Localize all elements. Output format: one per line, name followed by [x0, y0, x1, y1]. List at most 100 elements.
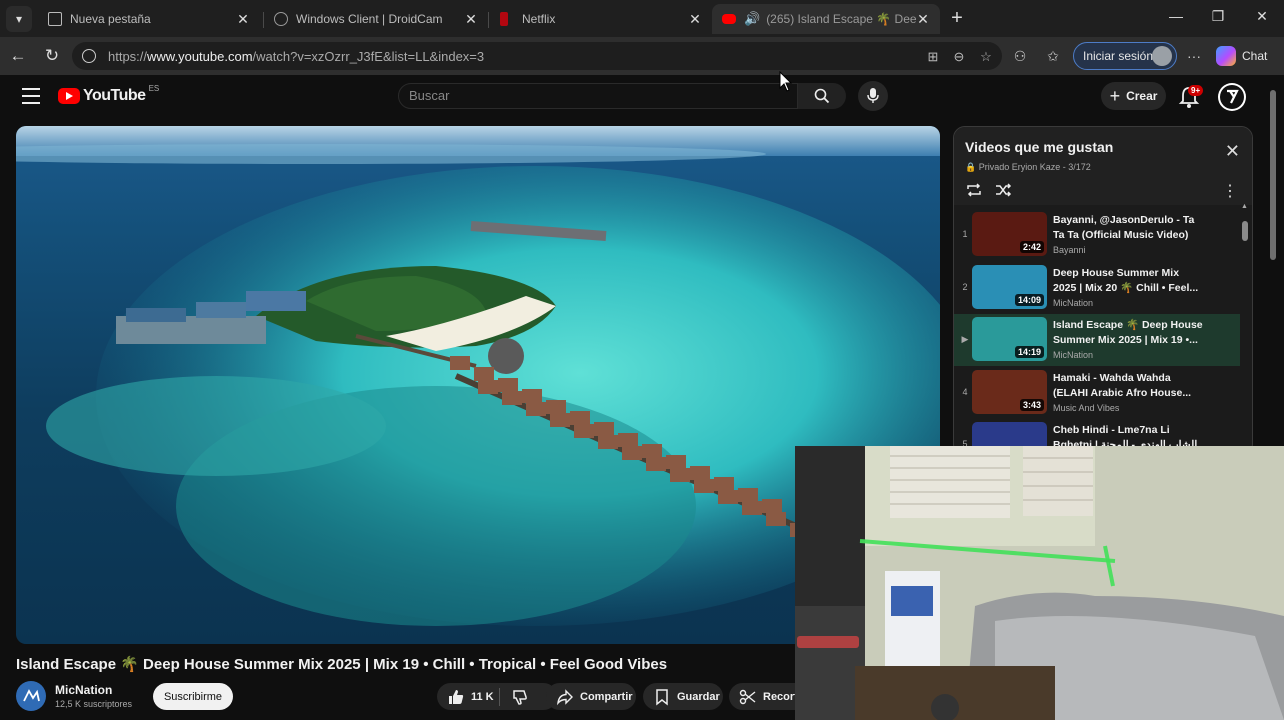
- url-text: https://www.youtube.com/watch?v=xzOzrr_J…: [108, 49, 484, 64]
- villa-roof: [618, 433, 638, 447]
- search-icon: [814, 88, 830, 104]
- tab-actions-menu-button[interactable]: ▾: [6, 6, 32, 32]
- copilot-chat-button[interactable]: Chat: [1216, 46, 1267, 66]
- playlist-title[interactable]: Videos que me gustan: [965, 139, 1113, 155]
- playlist-item-thumbnail[interactable]: 2:42: [972, 212, 1047, 256]
- scroll-up-arrow[interactable]: ▲: [1241, 203, 1248, 210]
- page-scrollbar[interactable]: [1270, 90, 1276, 260]
- villa-roof: [646, 457, 666, 471]
- copilot-icon: [1216, 46, 1236, 66]
- playlist-item-thumbnail[interactable]: 14:19: [972, 317, 1047, 361]
- bookmark-icon: [656, 688, 668, 706]
- villa-roof: [502, 391, 522, 405]
- address-bar[interactable]: https://www.youtube.com/watch?v=xzOzrr_J…: [72, 42, 1002, 70]
- chat-label: Chat: [1242, 49, 1268, 63]
- channel-avatar[interactable]: [16, 681, 46, 711]
- playlist-item-index: 4: [962, 386, 968, 397]
- signin-button[interactable]: Iniciar sesión: [1073, 42, 1177, 70]
- youtube-logo[interactable]: YouTube ES: [58, 84, 159, 105]
- playlist-item-thumbnail[interactable]: 14:09: [972, 264, 1047, 309]
- more-vert-icon[interactable]: ⋮: [1222, 181, 1238, 201]
- playlist-item[interactable]: ▶ 14:19 Island Escape 🌴 Deep House Summer …: [954, 314, 1240, 366]
- playlist-item-title[interactable]: Bayanni, @JasonDerulo - Ta Ta Ta (Offici…: [1053, 213, 1203, 243]
- playlist-item[interactable]: 2 14:09 Deep House Summer Mix 2025 | Mix 2…: [954, 262, 1240, 314]
- close-icon[interactable]: ✕: [464, 11, 478, 28]
- site-info-icon[interactable]: [82, 49, 96, 63]
- villa-roof: [642, 444, 662, 458]
- villa-roof: [594, 422, 614, 436]
- webcam-room-image: [795, 446, 1284, 720]
- subscribe-button[interactable]: Suscribirme: [153, 683, 233, 710]
- save-label: Guardar: [677, 690, 720, 703]
- playlist-item[interactable]: 4 3:43 Hamaki - Wahda Wahda (ELAHI Arabic …: [954, 367, 1240, 419]
- close-playlist-icon[interactable]: ✕: [1225, 141, 1240, 162]
- mouse-cursor-icon: [779, 71, 793, 92]
- create-label: Crear: [1126, 89, 1158, 103]
- playlist-item-thumbnail[interactable]: 3:43: [972, 369, 1047, 414]
- tab-netflix[interactable]: Netflix ✕: [490, 4, 712, 34]
- speaker-icon[interactable]: 🔊: [744, 11, 760, 27]
- villa-roof: [574, 424, 594, 438]
- like-count: 11 K: [471, 690, 494, 703]
- tab-youtube[interactable]: 🔊 (265) Island Escape 🌴 Deep House Summe…: [712, 4, 940, 34]
- duration-badge: 14:19: [1014, 346, 1044, 358]
- app-available-icon[interactable]: ⊞: [924, 48, 942, 66]
- extensions-icon[interactable]: ⚇: [1010, 46, 1030, 66]
- channel-logo-icon: [23, 689, 40, 702]
- window-close-icon[interactable]: ✕: [1252, 8, 1272, 28]
- dislike-button[interactable]: [500, 688, 534, 706]
- villa-roof: [714, 477, 734, 491]
- guide-menu-icon[interactable]: [22, 88, 40, 104]
- shuffle-icon[interactable]: [994, 181, 1012, 199]
- plus-icon: +: [1109, 85, 1121, 106]
- zoom-icon[interactable]: ⊖: [950, 48, 968, 66]
- villa-roof: [666, 455, 686, 469]
- playlist-item[interactable]: 1 2:42 Bayanni, @JasonDerulo - Ta Ta Ta (O…: [954, 209, 1240, 261]
- playlist-item-title[interactable]: Hamaki - Wahda Wahda (ELAHI Arabic Afro …: [1053, 371, 1203, 401]
- search-button[interactable]: [798, 83, 846, 109]
- create-button[interactable]: + Crear: [1101, 82, 1166, 110]
- voice-search-button[interactable]: [858, 81, 888, 111]
- subscriber-count: 12,5 K suscriptores: [55, 699, 133, 709]
- tab-new-tab[interactable]: Nueva pestaña ✕: [38, 4, 260, 34]
- profile-avatar: [1152, 46, 1172, 66]
- channel-name[interactable]: MicNation: [55, 683, 112, 697]
- more-options-icon[interactable]: ···: [1184, 46, 1204, 66]
- villa-roof: [742, 501, 762, 515]
- minimize-icon[interactable]: —: [1166, 8, 1186, 28]
- account-avatar[interactable]: [1218, 83, 1246, 111]
- like-button[interactable]: 11 K: [437, 688, 499, 706]
- share-button[interactable]: Compartir: [546, 683, 636, 710]
- restore-icon[interactable]: ❐: [1208, 8, 1228, 28]
- playlist-item-index: 2: [962, 281, 968, 292]
- playlist-item-title[interactable]: Deep House Summer Mix 2025 | Mix 20 🌴 Ch…: [1053, 266, 1203, 296]
- duration-badge: 2:42: [1019, 241, 1044, 253]
- playlist-item-title[interactable]: Island Escape 🌴 Deep House Summer Mix 20…: [1053, 318, 1203, 348]
- youtube-header: YouTube ES Buscar + Crear 9+: [0, 75, 1284, 119]
- favorite-star-icon[interactable]: ☆: [977, 48, 995, 66]
- browser-tab-strip: ▾ Nueva pestaña ✕ Windows Client | Droid…: [0, 0, 1284, 37]
- close-icon[interactable]: ✕: [688, 11, 702, 28]
- close-icon[interactable]: ✕: [916, 11, 930, 28]
- favorites-icon[interactable]: ✩: [1043, 46, 1063, 66]
- villa-roof: [450, 356, 470, 370]
- villa-roof: [670, 468, 690, 482]
- tab-droidcam[interactable]: Windows Client | DroidCam ✕: [264, 4, 488, 34]
- playlist-item-channel: MicNation: [1053, 350, 1094, 360]
- like-dislike-group: 11 K: [437, 683, 557, 710]
- new-tab-button[interactable]: +: [946, 8, 968, 30]
- tab-label: Netflix: [522, 12, 556, 26]
- youtube-play-icon: [58, 88, 80, 104]
- search-input[interactable]: Buscar: [398, 83, 798, 109]
- back-button[interactable]: ←: [7, 45, 29, 67]
- villa-roof: [474, 367, 494, 381]
- save-button[interactable]: Guardar: [643, 683, 723, 710]
- browser-toolbar: ← ↻ https://www.youtube.com/watch?v=xzOz…: [0, 37, 1284, 75]
- reload-button[interactable]: ↻: [41, 45, 63, 67]
- playlist-scrollbar[interactable]: ▲: [1241, 203, 1248, 445]
- loop-icon[interactable]: [965, 181, 983, 199]
- account-logo-icon: [1220, 85, 1244, 109]
- close-icon[interactable]: ✕: [236, 11, 250, 28]
- signin-label: Iniciar sesión: [1083, 49, 1154, 63]
- villa-roof: [694, 479, 714, 493]
